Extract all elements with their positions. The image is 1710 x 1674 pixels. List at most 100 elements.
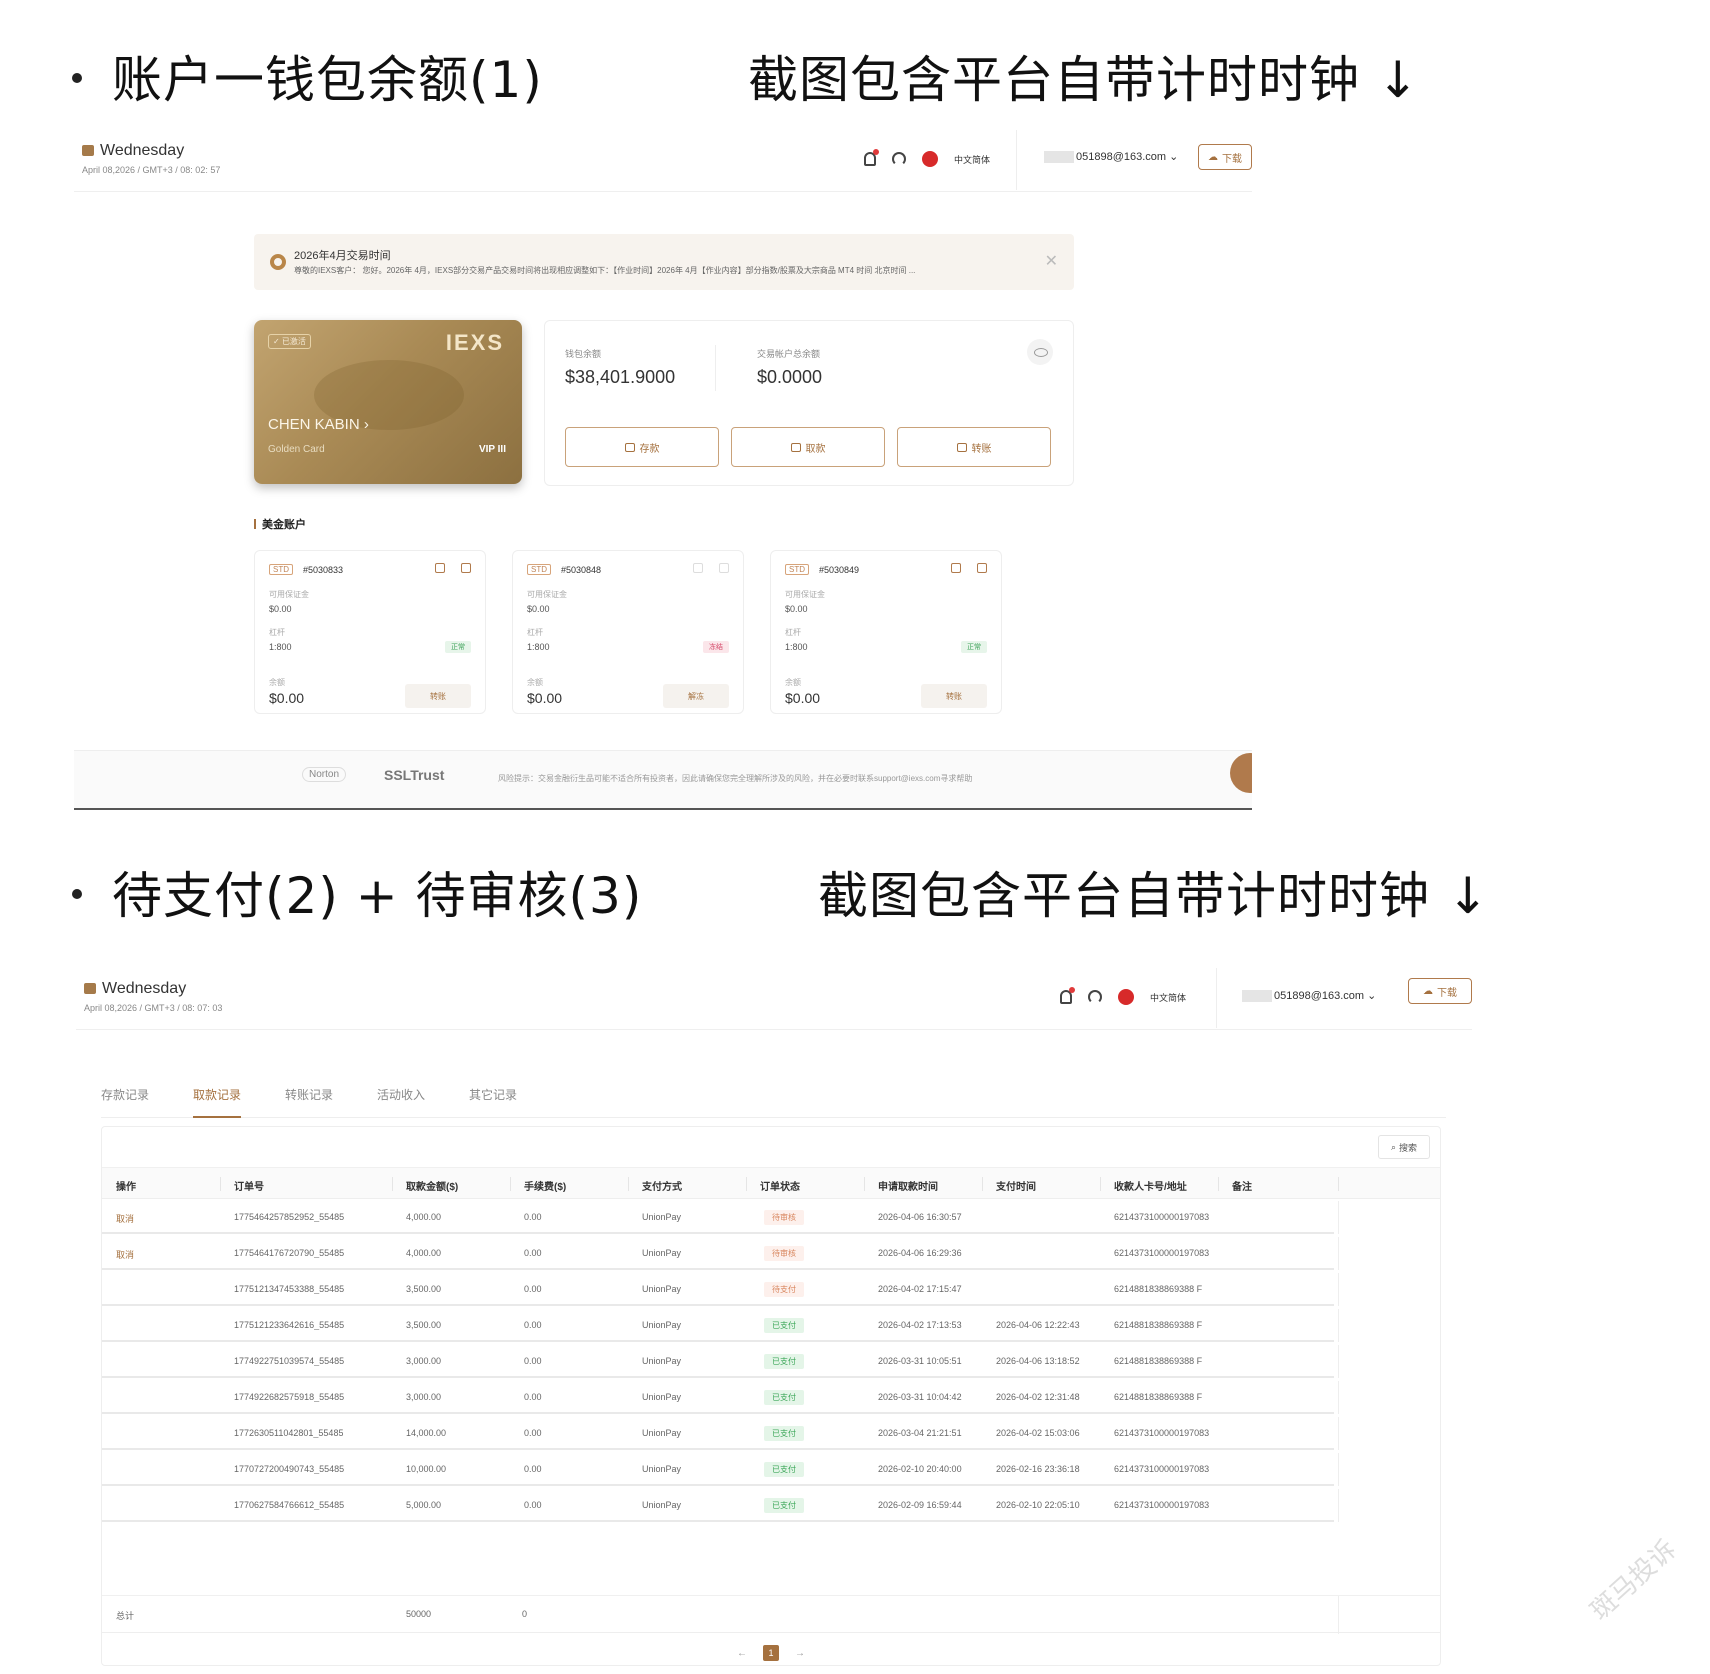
balance-value: $0.00	[785, 690, 821, 706]
amount: 3,000.00	[406, 1392, 442, 1402]
applied-time: 2026-04-06 16:29:36	[878, 1248, 962, 1258]
order-no: 1775464257852952_55485	[234, 1212, 345, 1222]
deposit-button[interactable]: 存款	[565, 427, 719, 467]
section2-heading: 待支付(2) + 待审核(3)	[72, 856, 642, 928]
top-bar: Wednesday April 08,2026 / GMT+3 / 08: 02…	[74, 130, 1252, 192]
section2-title: 待支付(2) + 待审核(3)	[112, 867, 643, 925]
cancel-link[interactable]: 取消	[116, 1248, 134, 1261]
total-label: 总计	[116, 1611, 135, 1621]
table-row: 1774922682575918_55485 3,000.00 0.00 UnionP…	[102, 1381, 1339, 1414]
tab-withdraw-records[interactable]: 取款记录	[193, 1086, 242, 1118]
cloud-icon: ☁	[1423, 985, 1433, 997]
tab-transfer-records[interactable]: 转账记录	[285, 1086, 333, 1103]
chat-icon[interactable]	[1230, 753, 1252, 793]
status-pill: 已支付	[764, 1462, 804, 1477]
account-card: STD #5030849 可用保证金 $0.00 杠杆 1:800 正常 余额 …	[770, 550, 1002, 714]
pay-method: UnionPay	[642, 1284, 682, 1294]
applied-time: 2026-04-02 17:15:47	[878, 1284, 962, 1294]
fee: 0.00	[524, 1248, 542, 1258]
refresh-icon[interactable]	[977, 563, 987, 573]
refresh-icon[interactable]	[461, 563, 471, 573]
china-flag-icon[interactable]	[1118, 989, 1134, 1005]
day-label: Wednesday	[84, 980, 186, 998]
support-icon[interactable]	[1088, 990, 1102, 1004]
next-page-icon[interactable]: →	[795, 1648, 805, 1659]
china-flag-icon[interactable]	[922, 151, 938, 167]
balance-label: 余额	[785, 678, 801, 687]
balance-label: 余额	[269, 678, 285, 687]
tab-activity-income[interactable]: 活动收入	[377, 1086, 425, 1103]
paid-time: 2026-04-02 15:03:06	[996, 1428, 1080, 1438]
search-button[interactable]: ⌕ 搜索	[1378, 1135, 1430, 1159]
records-panel: ⌕ 搜索 操作 订单号 取款金额($) 手续费($) 支付方式 订单状态 申请取款…	[101, 1126, 1441, 1666]
pay-method: UnionPay	[642, 1428, 682, 1438]
language-selector[interactable]: 中文简体	[954, 153, 990, 166]
status-pill: 待审核	[764, 1210, 804, 1225]
language-selector[interactable]: 中文简体	[1150, 991, 1186, 1004]
withdraw-icon	[790, 442, 801, 452]
toolbar-icons: 中文简体	[864, 148, 990, 170]
wallet-balance-label: 钱包余额	[565, 349, 602, 359]
edit-icon[interactable]	[435, 563, 445, 573]
tab-other-records[interactable]: 其它记录	[469, 1086, 517, 1103]
amount: 4,000.00	[406, 1248, 442, 1258]
support-icon[interactable]	[892, 152, 906, 166]
download-button[interactable]: ☁ 下载	[1198, 144, 1252, 170]
account-card: STD #5030848 可用保证金 $0.00 杠杆 1:800 冻结 余额 …	[512, 550, 744, 714]
cancel-link[interactable]: 取消	[116, 1212, 134, 1225]
col-amount: 取款金额($)	[406, 1182, 459, 1193]
close-icon[interactable]: ✕	[1045, 251, 1058, 271]
total-amount: 50000	[406, 1609, 432, 1619]
eye-icon[interactable]	[1027, 339, 1053, 365]
status-pill: 待支付	[764, 1282, 804, 1297]
amount: 3,500.00	[406, 1320, 442, 1330]
table-row: 取消 1775464257852952_55485 4,000.00 0.00 Unio…	[102, 1201, 1339, 1234]
transfer-button[interactable]: 转账	[405, 684, 471, 708]
edit-icon[interactable]	[693, 563, 703, 573]
table-row: 取消 1775464176720790_55485 4,000.00 0.00 Unio…	[102, 1237, 1339, 1270]
bullet-icon	[72, 72, 82, 83]
col-status: 订单状态	[760, 1182, 800, 1193]
download-button[interactable]: ☁ 下载	[1408, 978, 1472, 1004]
risk-warning: 风险提示：交易金融衍生品可能不适合所有投资者，因此请确保您完全理解所涉及的风险，…	[498, 774, 973, 783]
record-tabs: 存款记录 取款记录 转账记录 活动收入 其它记录	[101, 1078, 1446, 1118]
payee-card: 6214373100000197083	[1114, 1500, 1210, 1510]
withdraw-button[interactable]: 取款	[731, 427, 885, 467]
prev-page-icon[interactable]: ←	[737, 1648, 747, 1659]
golden-card[interactable]: ✓ 已激活 IEXS CHEN KABIN › Golden Card VIP …	[254, 320, 522, 484]
margin-value: $0.00	[785, 604, 808, 614]
order-no: 1774922682575918_55485	[234, 1392, 345, 1402]
pay-method: UnionPay	[642, 1212, 682, 1222]
amount: 14,000.00	[406, 1428, 447, 1438]
amount: 10,000.00	[406, 1464, 447, 1474]
table-row: 1774922751039574_55485 3,000.00 0.00 UnionP…	[102, 1345, 1339, 1378]
applied-time: 2026-03-31 10:05:51	[878, 1356, 962, 1366]
leverage-label: 杠杆	[269, 628, 285, 637]
bell-icon[interactable]	[1060, 987, 1075, 1004]
payee-card: 6214881838869388 F	[1114, 1392, 1203, 1402]
transfer-icon	[956, 442, 967, 452]
applied-time: 2026-02-09 16:59:44	[878, 1500, 962, 1510]
refresh-icon[interactable]	[719, 563, 729, 573]
unfreeze-button[interactable]: 解冻	[663, 684, 729, 708]
fee: 0.00	[524, 1464, 542, 1474]
amount: 4,000.00	[406, 1212, 442, 1222]
status-pill: 待审核	[764, 1246, 804, 1261]
payee-card: 6214373100000197083	[1114, 1464, 1210, 1474]
table-row: 1770727200490743_55485 10,000.00 0.00 Union…	[102, 1453, 1339, 1486]
bell-icon[interactable]	[864, 149, 879, 166]
transfer-button[interactable]: 转账	[921, 684, 987, 708]
account-menu[interactable]: 051898@163.com ⌄	[1242, 989, 1376, 1003]
edit-icon[interactable]	[951, 563, 961, 573]
tab-deposit-records[interactable]: 存款记录	[101, 1086, 149, 1103]
page-number[interactable]: 1	[763, 1645, 779, 1661]
order-no: 1774922751039574_55485	[234, 1356, 345, 1366]
account-number: #5030849	[819, 565, 860, 575]
cloud-icon: ☁	[1208, 151, 1218, 163]
leverage-label: 杠杆	[527, 628, 543, 637]
notice-text: 尊敬的IEXS客户： 您好。2026年 4月，IEXS部分交易产品交易时间将出现…	[294, 266, 916, 275]
account-menu[interactable]: 051898@163.com ⌄	[1044, 150, 1178, 164]
order-no: 1770727200490743_55485	[234, 1464, 345, 1474]
leverage-label: 杠杆	[785, 628, 801, 637]
transfer-button[interactable]: 转账	[897, 427, 1051, 467]
